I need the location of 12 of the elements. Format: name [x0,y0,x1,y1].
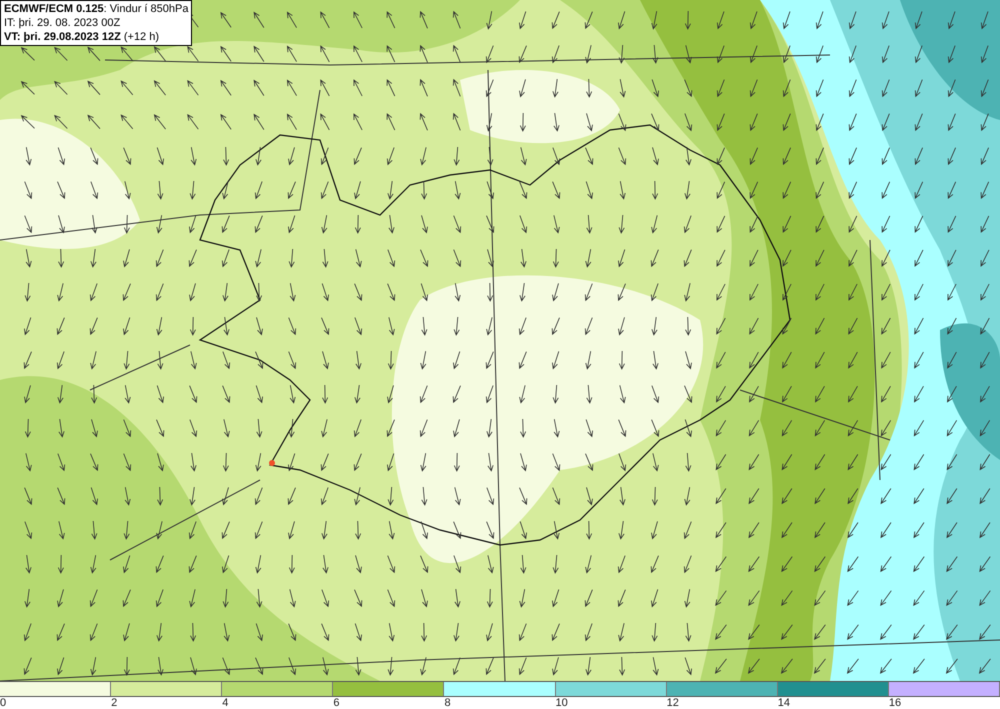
legend-label: 8 [444,697,451,709]
info-text: ECMWF/ECM 0.125: Vindur í 850hPa [4,2,188,16]
legend-label: 16 [888,697,902,709]
legend-label: 6 [333,697,340,709]
legend-label: 14 [778,697,790,709]
legend-label: 4 [222,697,228,709]
info-text: IT: þri. 29. 08. 2023 00Z [4,16,122,30]
legend-label: 0 [0,697,6,709]
legend-label: 10 [556,697,568,709]
legend-label: 12 [666,697,679,709]
info-text: VT: þri. 29.08.2023 12Z (+12 h) [4,30,160,44]
legend-label: 2 [111,697,118,709]
